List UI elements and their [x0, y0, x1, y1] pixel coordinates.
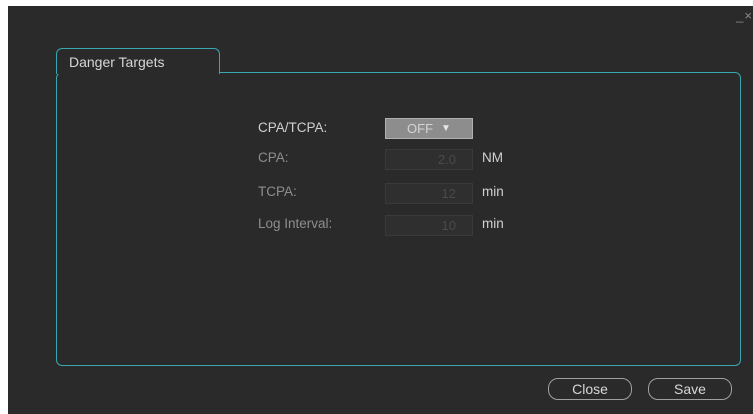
dialog-window: _× Danger Targets CPA/TCPA: OFF ▼ CPA: 2…	[8, 6, 753, 414]
tcpa-unit: min	[482, 184, 504, 199]
cpa-tcpa-value: OFF	[407, 121, 434, 136]
save-button[interactable]: Save	[648, 378, 732, 400]
cpa-unit: NM	[482, 150, 503, 165]
tab-label: Danger Targets	[69, 54, 165, 70]
log-interval-label: Log Interval:	[258, 216, 333, 231]
log-interval-unit: min	[482, 216, 504, 231]
close-icon[interactable]: ×	[744, 8, 753, 23]
tab-gap	[57, 71, 219, 74]
close-button[interactable]: Close	[548, 378, 632, 400]
cpa-field: 2.0	[385, 149, 473, 170]
triangle-down-icon: ▼	[441, 123, 451, 134]
cpa-tcpa-dropdown[interactable]: OFF ▼	[385, 118, 473, 139]
tcpa-label: TCPA:	[258, 184, 297, 199]
cpa-tcpa-label: CPA/TCPA:	[258, 120, 328, 135]
tcpa-field: 12	[385, 183, 473, 204]
window-controls: _×	[736, 8, 753, 23]
cpa-label: CPA:	[258, 150, 289, 165]
log-interval-field: 10	[385, 215, 473, 236]
